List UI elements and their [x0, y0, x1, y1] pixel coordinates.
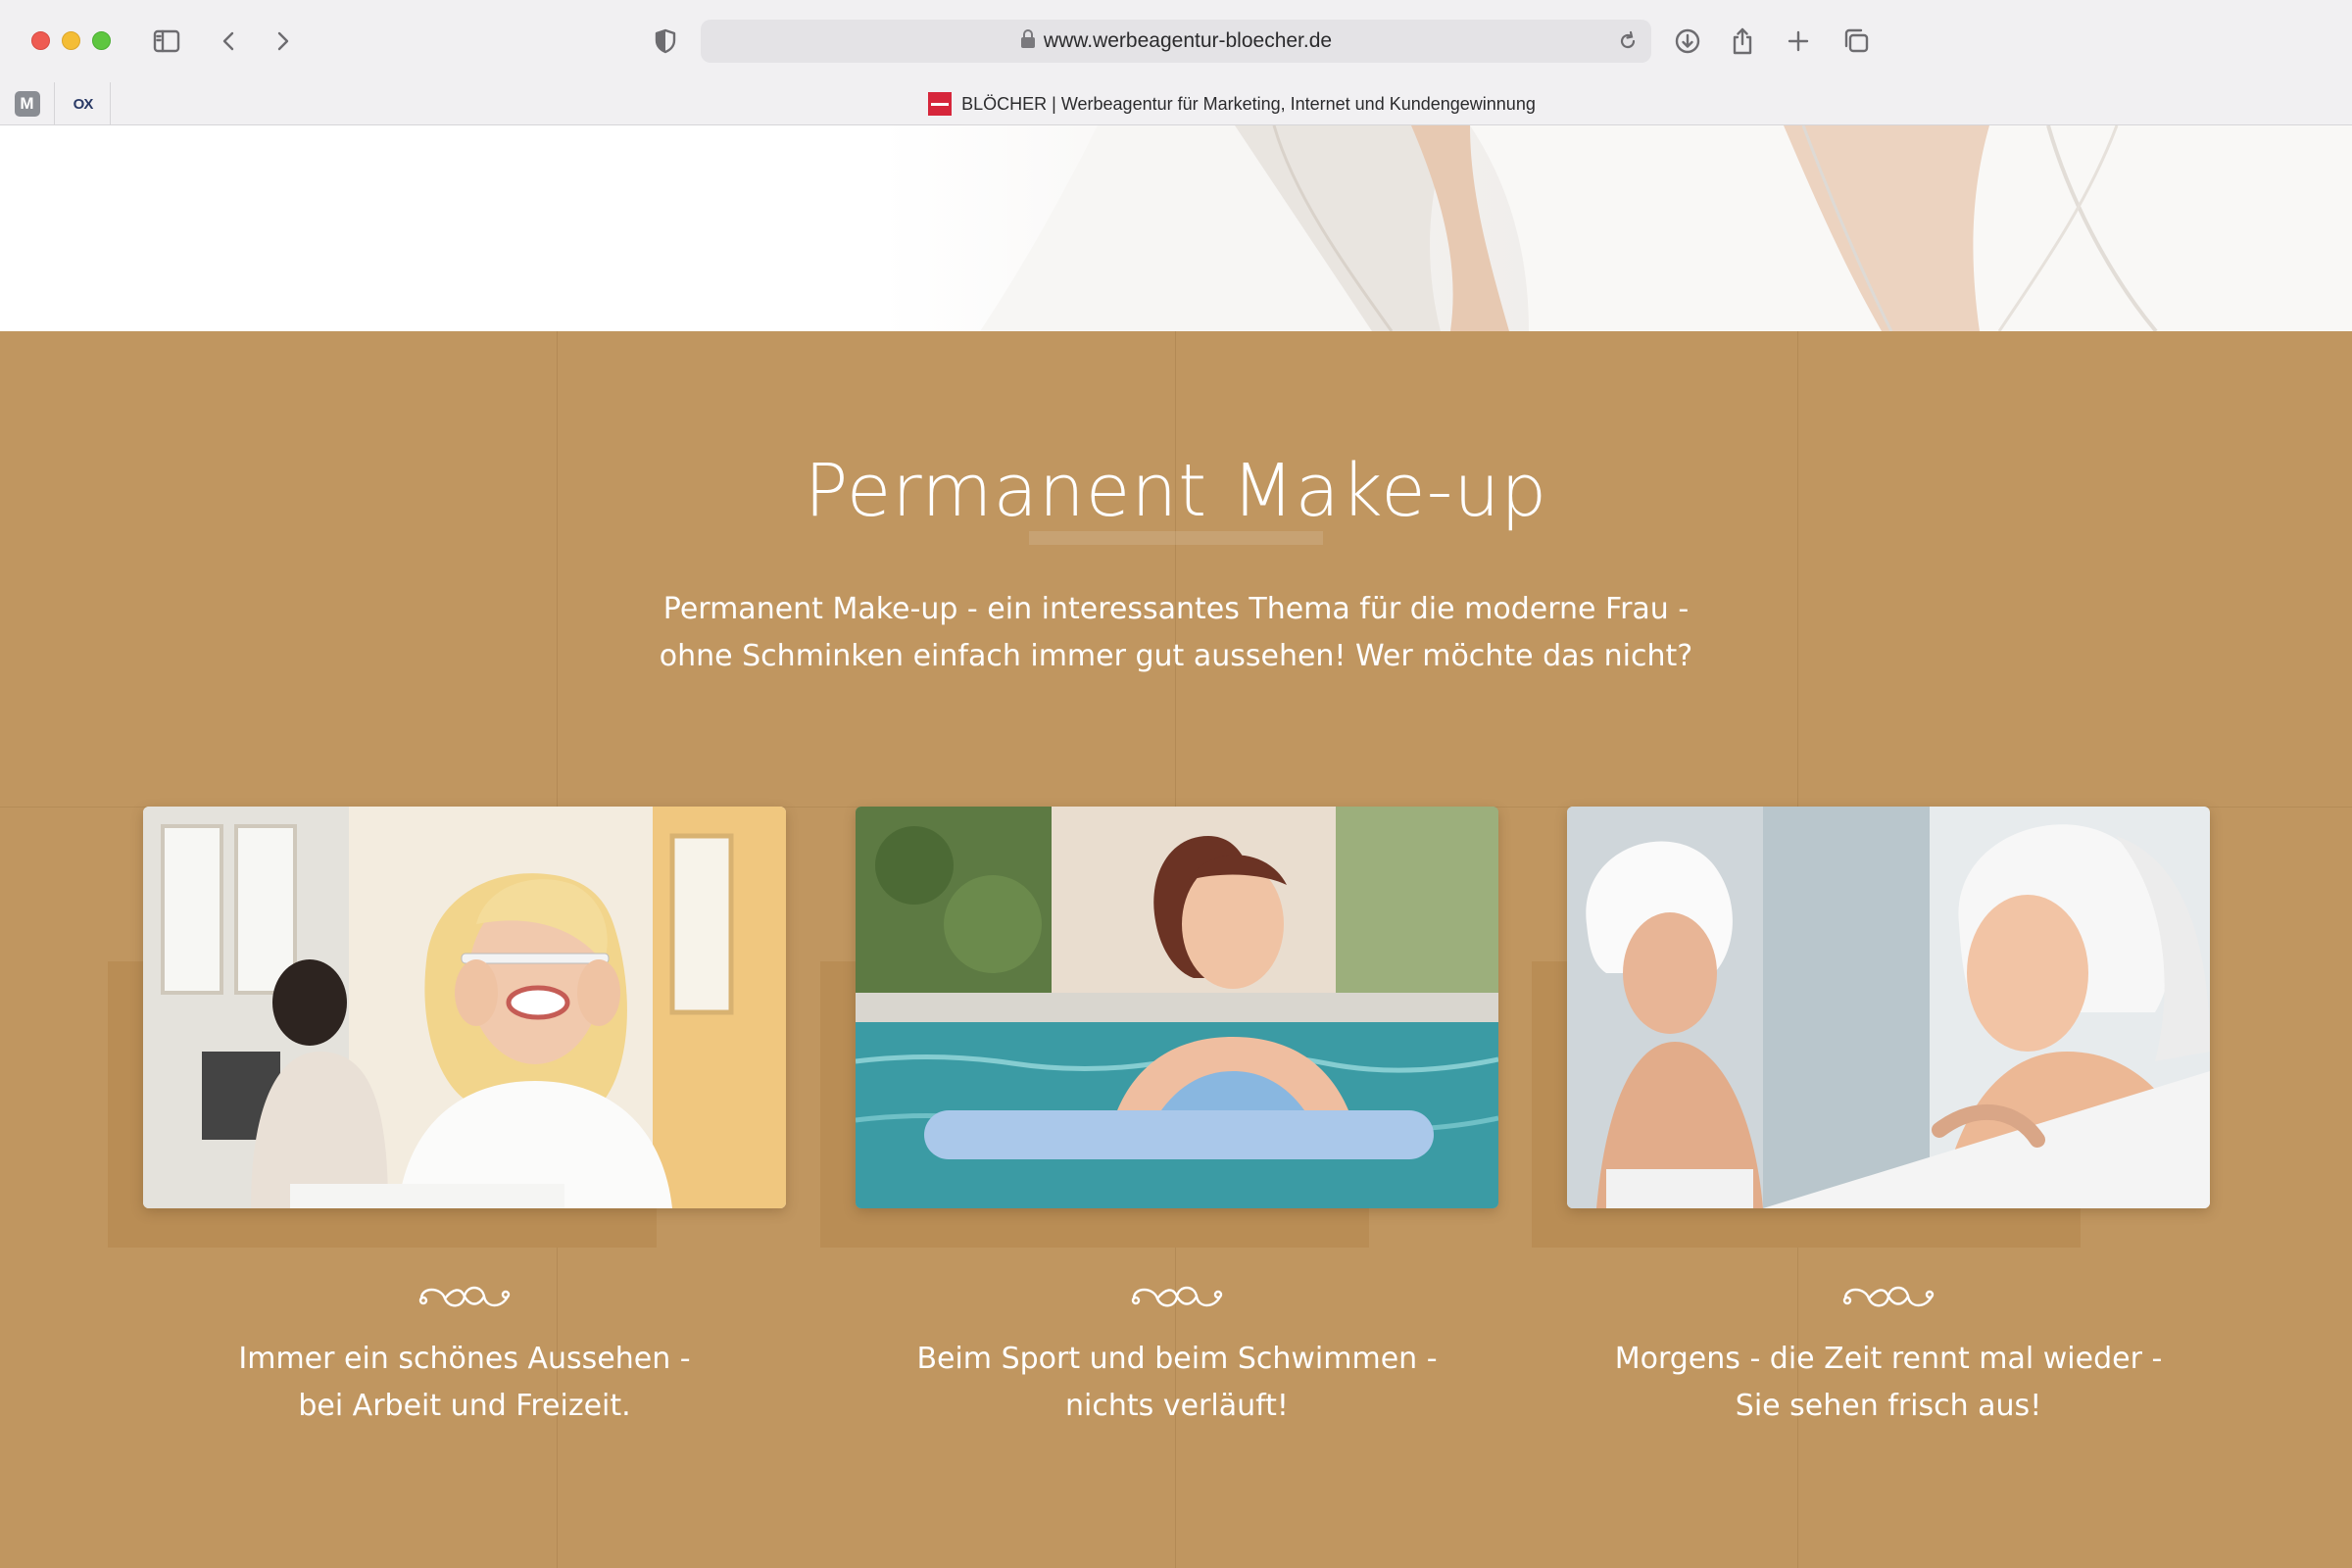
card-caption: Morgens - die Zeit rennt mal wieder - Si… [1567, 1336, 2210, 1430]
permanent-makeup-section: Permanent Make-up Permanent Make-up - ei… [0, 331, 2352, 1568]
ornament-icon [1128, 1277, 1226, 1316]
caption-line-2: Sie sehen frisch aus! [1735, 1389, 2042, 1423]
url-text: www.werbeagentur-bloecher.de [1043, 29, 1333, 52]
tab-overview-icon[interactable] [1837, 22, 1876, 61]
tab-title: BLÖCHER | Werbeagentur für Marketing, In… [961, 93, 1536, 114]
back-icon[interactable] [210, 22, 249, 61]
card-caption: Immer ein schönes Aussehen - bei Arbeit … [143, 1336, 786, 1430]
caption-line-2: nichts verläuft! [1065, 1389, 1289, 1423]
privacy-shield-icon[interactable] [646, 22, 685, 61]
minimize-window-button[interactable] [62, 31, 80, 50]
caption-line-1: Beim Sport und beim Schwimmen - [916, 1342, 1438, 1376]
tab-strip: M OX BLÖCHER | Werbeagentur für Marketin… [0, 82, 2352, 125]
card-caption: Beim Sport und beim Schwimmen - nichts v… [856, 1336, 1498, 1430]
download-icon[interactable] [1668, 22, 1707, 61]
reload-icon[interactable] [1612, 25, 1643, 57]
caption-line-1: Immer ein schönes Aussehen - [238, 1342, 691, 1376]
caption-line-1: Morgens - die Zeit rennt mal wieder - [1614, 1342, 2163, 1376]
pinned-tab-m[interactable]: M [0, 82, 55, 125]
intro-line-1: Permanent Make-up - ein interessantes Th… [662, 592, 1690, 626]
sidebar-toggle-icon[interactable] [147, 22, 186, 61]
web-page: Permanent Make-up Permanent Make-up - ei… [0, 125, 2352, 1568]
zoom-window-button[interactable] [92, 31, 111, 50]
pinned-tab-ox[interactable]: OX [56, 82, 111, 125]
ornament-icon [1839, 1277, 1937, 1316]
section-title: Permanent Make-up [804, 449, 1548, 533]
site-favicon-icon [928, 92, 953, 116]
photo-woman-at-work [143, 807, 786, 1208]
close-window-button[interactable] [31, 31, 50, 50]
share-icon[interactable] [1723, 22, 1762, 61]
lock-icon [1020, 28, 1036, 54]
hero-image [0, 125, 2352, 331]
active-tab[interactable]: BLÖCHER | Werbeagentur für Marketing, In… [112, 82, 2352, 125]
pinned-tab-m-label: M [14, 91, 40, 117]
ornament-icon [416, 1277, 514, 1316]
address-bar[interactable]: www.werbeagentur-bloecher.de [701, 20, 1651, 63]
new-tab-icon[interactable] [1779, 22, 1818, 61]
browser-chrome: www.werbeagentur-bloecher.de M OX BLÖCHE… [0, 0, 2352, 125]
section-intro: Permanent Make-up - ein interessantes Th… [588, 586, 1764, 680]
pinned-tab-ox-label: OX [73, 95, 94, 113]
forward-icon[interactable] [263, 22, 302, 61]
photo-woman-swimming [856, 807, 1498, 1208]
title-underline [1029, 531, 1323, 545]
intro-line-2: ohne Schminken einfach immer gut aussehe… [659, 639, 1693, 673]
photo-woman-at-mirror [1567, 807, 2210, 1208]
browser-toolbar: www.werbeagentur-bloecher.de [0, 0, 2352, 78]
caption-line-2: bei Arbeit und Freizeit. [298, 1389, 631, 1423]
